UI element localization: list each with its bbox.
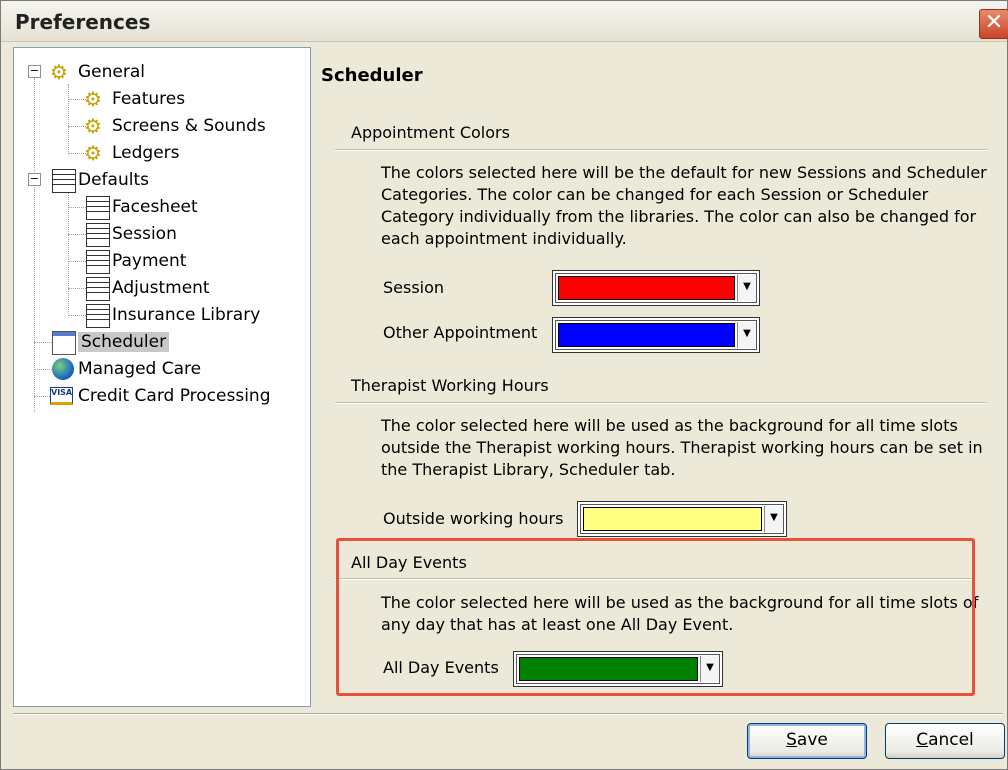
cancel-button[interactable]: Cancel: [885, 723, 1005, 759]
page-title: Scheduler: [321, 65, 423, 86]
other-appointment-color-dropdown[interactable]: ▼: [552, 317, 760, 353]
appointment-colors-header: Appointment Colors: [351, 123, 510, 142]
chevron-down-icon[interactable]: ▼: [737, 275, 756, 301]
tree-item-managed-care[interactable]: Managed Care: [50, 357, 201, 381]
tree-item-label: Screens & Sounds: [112, 116, 266, 136]
outside-working-hours-color-dropdown[interactable]: ▼: [577, 501, 787, 537]
gear-icon: ⚙: [84, 141, 102, 165]
session-color-swatch: [558, 276, 735, 300]
document-icon: [86, 277, 110, 301]
working-hours-description: The color selected here will be used as …: [381, 416, 983, 479]
close-button[interactable]: ✕: [979, 9, 1008, 39]
close-icon: ✕: [984, 10, 1004, 35]
tree-item-facesheet[interactable]: Facesheet: [84, 195, 198, 220]
tree-item-adjustment[interactable]: Adjustment: [84, 276, 210, 301]
tree-item-label: Session: [112, 224, 177, 244]
tree-item-credit-card-processing[interactable]: VISA Credit Card Processing: [50, 384, 270, 408]
tree-item-label: Features: [112, 89, 186, 109]
tree-item-label: Managed Care: [78, 359, 202, 379]
preferences-window: Preferences ✕ − − ⚙ General ⚙ Features ⚙…: [0, 0, 1008, 770]
chevron-down-icon[interactable]: ▼: [737, 322, 756, 348]
document-icon: [86, 223, 110, 247]
session-color-label: Session: [383, 278, 445, 297]
tree-item-label: Payment: [112, 251, 187, 271]
document-icon: [86, 304, 110, 328]
outside-working-hours-label: Outside working hours: [383, 509, 564, 528]
defaults-expander[interactable]: −: [28, 173, 41, 186]
tree-item-label: Scheduler: [78, 332, 170, 352]
other-appointment-color-swatch: [558, 323, 735, 347]
document-icon: [86, 250, 110, 274]
document-icon: [86, 196, 110, 220]
document-icon: [52, 169, 76, 193]
tree-item-scheduler[interactable]: Scheduler: [50, 330, 170, 355]
footer-divider: [13, 713, 1003, 715]
tree-item-label: Adjustment: [112, 278, 210, 298]
globe-icon: [52, 358, 74, 380]
working-hours-header: Therapist Working Hours: [351, 376, 549, 395]
tree-item-insurance-library[interactable]: Insurance Library: [84, 303, 261, 328]
general-expander[interactable]: −: [28, 65, 41, 78]
appointment-colors-description: The colors selected here will be the def…: [381, 163, 987, 248]
tree-connector: [68, 84, 69, 154]
session-color-dropdown[interactable]: ▼: [552, 270, 760, 306]
gear-icon: ⚙: [84, 87, 102, 111]
tree-item-session[interactable]: Session: [84, 222, 177, 247]
tree-item-screens-sounds[interactable]: ⚙ Screens & Sounds: [84, 114, 266, 138]
tree-connector: [34, 78, 35, 412]
credit-card-icon: VISA: [50, 387, 74, 405]
cancel-label: ancel: [928, 730, 974, 750]
save-button[interactable]: Save: [747, 723, 867, 759]
tree-item-general[interactable]: ⚙ General: [50, 60, 145, 84]
tree-item-ledgers[interactable]: ⚙ Ledgers: [84, 141, 180, 165]
tree-item-defaults[interactable]: Defaults: [50, 168, 149, 193]
highlight-annotation: [336, 538, 975, 696]
calendar-icon: [52, 331, 76, 355]
tree-item-label: General: [78, 62, 145, 82]
tree-item-features[interactable]: ⚙ Features: [84, 87, 185, 111]
tree-connector: [68, 192, 69, 316]
chevron-down-icon[interactable]: ▼: [764, 506, 783, 532]
outside-working-hours-swatch: [583, 507, 762, 531]
window-title: Preferences: [15, 10, 151, 34]
gear-icon: ⚙: [50, 60, 68, 84]
save-mnemonic: S: [786, 730, 797, 750]
group-divider: [335, 402, 987, 404]
tree-item-label: Credit Card Processing: [78, 386, 271, 406]
tree-item-payment[interactable]: Payment: [84, 249, 187, 274]
tree-item-label: Ledgers: [112, 143, 180, 163]
gear-icon: ⚙: [84, 114, 102, 138]
tree-item-label: Defaults: [78, 170, 149, 190]
tree-item-label: Facesheet: [112, 197, 198, 217]
cancel-mnemonic: C: [916, 730, 929, 750]
other-appointment-color-label: Other Appointment: [383, 323, 538, 342]
tree-item-label: Insurance Library: [112, 305, 261, 325]
save-label: ave: [796, 730, 828, 750]
preferences-tree: − − ⚙ General ⚙ Features ⚙ Screens & Sou…: [13, 47, 311, 707]
title-bar: Preferences ✕: [1, 1, 1008, 42]
group-divider: [335, 149, 987, 151]
